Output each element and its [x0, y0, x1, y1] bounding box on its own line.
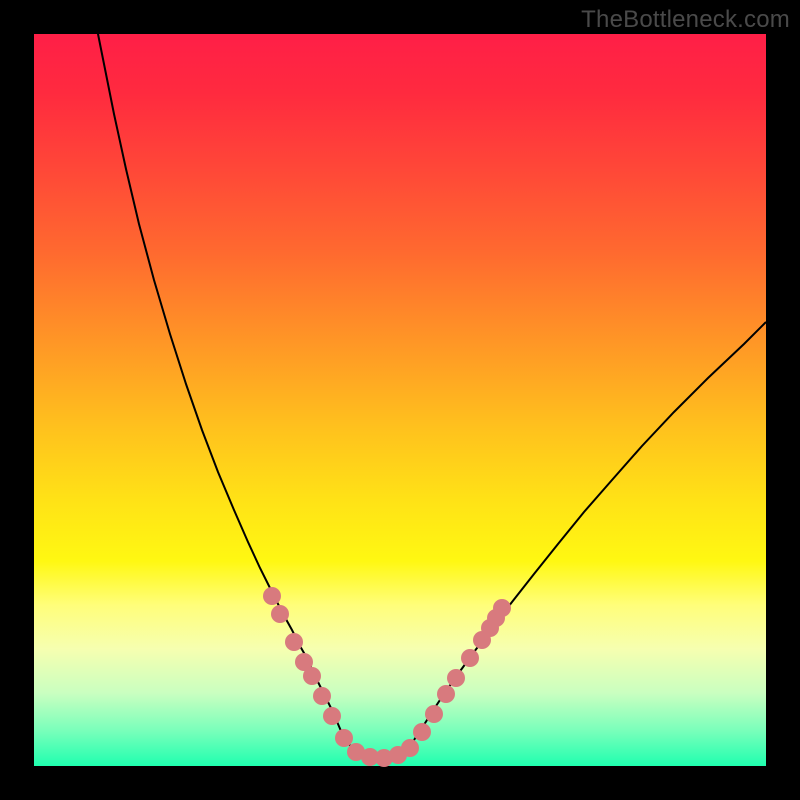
data-marker	[313, 687, 331, 705]
data-marker	[401, 739, 419, 757]
curve-group	[96, 24, 766, 758]
data-marker	[271, 605, 289, 623]
plot-gradient-area	[34, 34, 766, 766]
data-marker	[303, 667, 321, 685]
data-marker	[461, 649, 479, 667]
data-marker	[285, 633, 303, 651]
data-marker	[493, 599, 511, 617]
data-marker	[413, 723, 431, 741]
marker-group	[263, 587, 511, 767]
chart-svg	[34, 34, 766, 766]
data-marker	[425, 705, 443, 723]
curve-right	[414, 322, 766, 740]
data-marker	[437, 685, 455, 703]
data-marker	[447, 669, 465, 687]
watermark-text: TheBottleneck.com	[581, 6, 790, 34]
data-marker	[263, 587, 281, 605]
data-marker	[323, 707, 341, 725]
curve-left	[96, 24, 344, 738]
data-marker	[335, 729, 353, 747]
